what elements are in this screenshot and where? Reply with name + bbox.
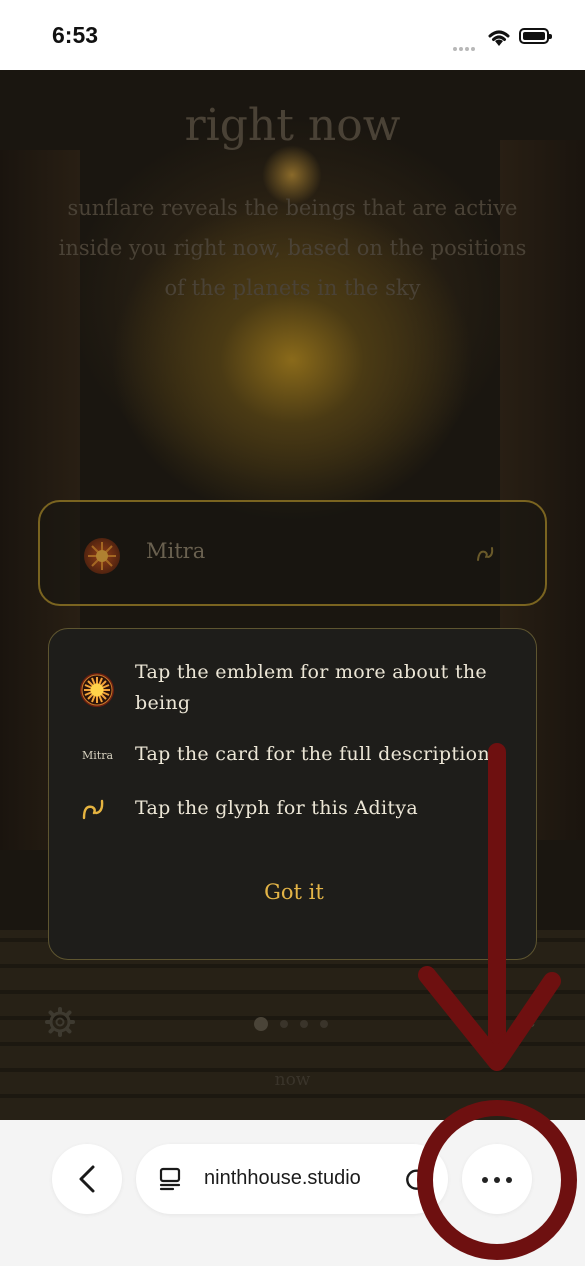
address-bar[interactable]: ninthhouse.studio [136, 1144, 448, 1214]
browser-toolbar: ninthhouse.studio [0, 1120, 585, 1266]
tooltip-text: Tap the glyph for this Aditya [135, 797, 418, 819]
bottom-right-label[interactable]: e [526, 1012, 535, 1031]
bottom-now-label[interactable]: now [0, 1070, 585, 1090]
more-dot-icon [506, 1177, 512, 1183]
reload-icon[interactable] [404, 1166, 430, 1192]
sun-emblem-icon[interactable] [84, 538, 120, 574]
page-dot-active [254, 1016, 268, 1031]
page-tab-icon [159, 1167, 181, 1191]
chevron-left-icon [79, 1165, 95, 1193]
url-text: ninthhouse.studio [204, 1167, 361, 1189]
web-content: right now sunflare reveals the beings th… [0, 70, 585, 1120]
more-dot-icon [494, 1177, 500, 1183]
more-dot-icon [482, 1177, 488, 1183]
onboarding-tooltip: Tap the emblem for more about the being … [48, 628, 537, 960]
battery-icon [519, 28, 552, 44]
aditya-glyph-icon [82, 799, 104, 820]
page-title: right now [184, 100, 401, 151]
being-card[interactable]: Mitra [38, 500, 547, 606]
being-name: Mitra [146, 539, 206, 563]
mini-card-label: Mitra [82, 749, 114, 762]
back-button[interactable] [52, 1144, 122, 1214]
wifi-icon [488, 30, 510, 46]
settings-gear-icon[interactable] [44, 1006, 76, 1038]
more-options-button[interactable] [462, 1144, 532, 1214]
aditya-glyph-icon[interactable] [475, 542, 499, 566]
got-it-button[interactable]: Got it [219, 872, 369, 912]
status-time: 6:53 [52, 22, 99, 48]
tooltip-text: Tap the emblem for more about the being [135, 661, 487, 714]
page-subtitle: sunflare reveals the beings that are act… [58, 196, 527, 300]
page-dot [320, 1020, 328, 1028]
page-dot [300, 1020, 308, 1028]
status-bar: 6:53 [0, 0, 585, 70]
sun-emblem-icon [80, 673, 114, 707]
page-indicator [254, 1015, 340, 1033]
tooltip-text: Tap the card for the full description [135, 743, 490, 765]
cellular-signal-icon [453, 38, 479, 51]
page-dot [280, 1020, 288, 1028]
